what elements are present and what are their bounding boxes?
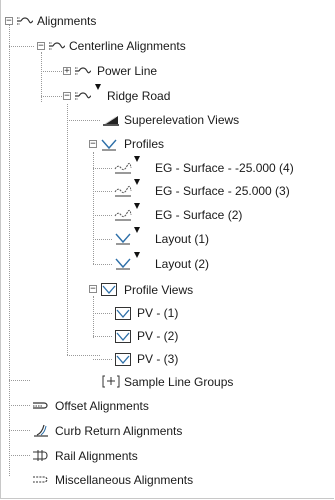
tree-item-sample-line-groups[interactable]: Sample Line Groups — [124, 374, 233, 390]
tree-item-profile[interactable]: Layout (1) — [155, 231, 209, 247]
tree-item-superelevation-views[interactable]: Superelevation Views — [124, 112, 239, 128]
modified-flag-icon — [134, 179, 140, 185]
tree-item-power-line[interactable]: Power Line — [97, 63, 157, 79]
superelevation-view-icon — [102, 112, 120, 127]
tree-line — [93, 359, 112, 360]
modified-flag-icon — [134, 203, 140, 209]
offset-alignment-icon — [32, 398, 50, 413]
surface-profile-icon — [114, 207, 132, 222]
misc-alignment-icon — [32, 472, 50, 487]
collapse-toggle[interactable]: − — [37, 42, 45, 50]
tree-item-profile[interactable]: Layout (2) — [155, 256, 209, 272]
tree-line — [93, 336, 112, 337]
tree-item-ridge-road[interactable]: Ridge Road — [107, 88, 170, 104]
tree-line — [41, 96, 64, 97]
tree-line — [93, 168, 112, 169]
profiles-icon — [100, 137, 118, 152]
curb-return-icon — [32, 423, 50, 438]
alignment-icon — [48, 39, 66, 54]
tree-line — [9, 24, 10, 476]
alignment-icon — [16, 14, 34, 29]
tree-item-curb-return-alignments[interactable]: Curb Return Alignments — [55, 423, 182, 439]
tree-item-profile-view[interactable]: PV - (3) — [137, 351, 178, 367]
tree-line — [9, 455, 30, 456]
tree-item-alignments[interactable]: Alignments — [37, 13, 96, 29]
tree-line — [93, 264, 112, 265]
tree-item-offset-alignments[interactable]: Offset Alignments — [55, 398, 149, 414]
tree-line — [9, 405, 30, 406]
prospector-tree: − Alignments − Centerline Alignments + P… — [0, 0, 335, 500]
tree-item-profile-view[interactable]: PV - (2) — [137, 328, 178, 344]
collapse-toggle[interactable]: − — [5, 17, 13, 25]
tree-line — [93, 191, 112, 192]
collapse-toggle[interactable]: − — [89, 140, 97, 148]
layout-profile-icon — [114, 256, 132, 271]
layout-profile-icon — [114, 231, 132, 246]
profile-view-icon — [100, 282, 118, 297]
tree-item-profile-view[interactable]: PV - (1) — [137, 305, 178, 321]
tree-item-profile[interactable]: EG - Surface (2) — [155, 207, 242, 223]
alignment-icon — [74, 64, 92, 79]
surface-profile-icon — [114, 160, 132, 175]
tree-item-profiles[interactable]: Profiles — [124, 136, 164, 152]
expand-toggle[interactable]: + — [63, 67, 71, 75]
tree-line — [9, 430, 30, 431]
tree-item-rail-alignments[interactable]: Rail Alignments — [55, 448, 138, 464]
modified-flag-icon — [134, 156, 140, 162]
profile-view-icon — [114, 329, 132, 344]
collapse-toggle[interactable]: − — [89, 285, 97, 293]
tree-line — [41, 71, 64, 72]
tree-item-centerline-alignments[interactable]: Centerline Alignments — [69, 38, 186, 54]
tree-item-profile-views[interactable]: Profile Views — [124, 282, 193, 298]
modified-flag-icon — [134, 227, 140, 233]
tree-item-profile[interactable]: EG - Surface - 25.000 (3) — [155, 183, 290, 199]
profile-view-icon — [114, 306, 132, 321]
tree-item-profile[interactable]: EG - Surface - -25.000 (4) — [155, 160, 294, 176]
modified-flag-icon — [95, 84, 101, 90]
tree-line — [67, 120, 100, 121]
sample-line-group-icon — [102, 374, 120, 389]
tree-line — [67, 104, 68, 355]
tree-line — [41, 52, 42, 102]
surface-profile-icon — [114, 183, 132, 198]
tree-line — [9, 380, 30, 381]
alignment-icon — [74, 89, 92, 104]
modified-flag-icon — [134, 252, 140, 258]
tree-line — [93, 239, 112, 240]
tree-line — [9, 46, 34, 47]
tree-line — [93, 215, 112, 216]
tree-item-miscellaneous-alignments[interactable]: Miscellaneous Alignments — [55, 472, 193, 488]
collapse-toggle[interactable]: − — [63, 92, 71, 100]
tree-line — [93, 296, 94, 338]
tree-line — [93, 313, 112, 314]
tree-line — [67, 355, 100, 356]
profile-view-icon — [114, 352, 132, 367]
rail-alignment-icon — [32, 448, 50, 463]
